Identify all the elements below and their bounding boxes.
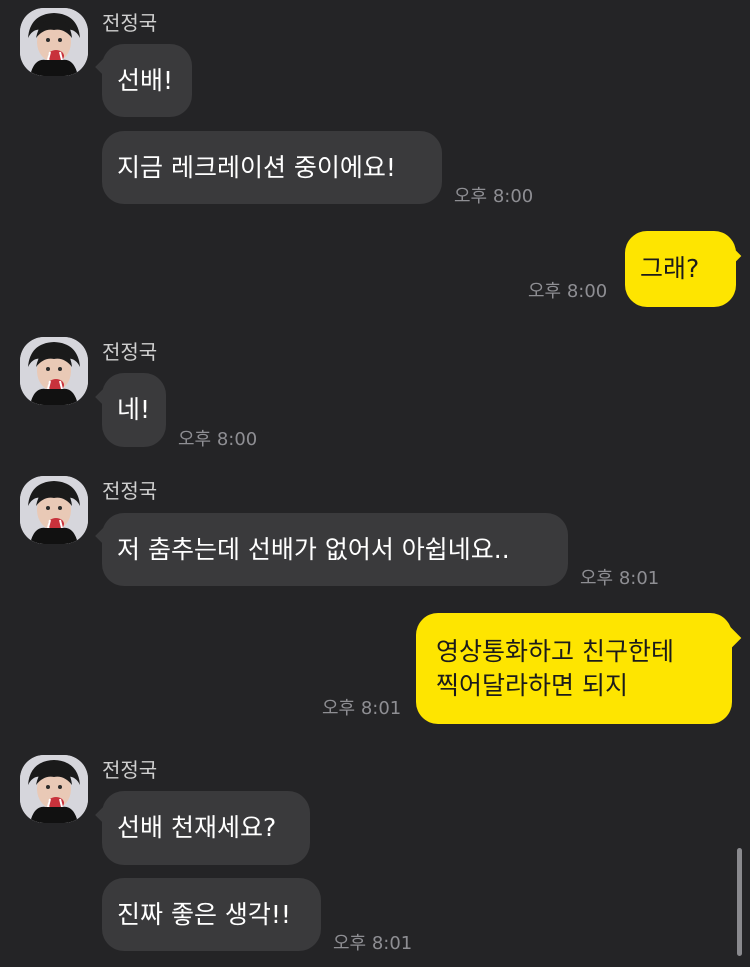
sender-name: 전정국 <box>102 11 158 35</box>
incoming-message[interactable]: 선배 천재세요? <box>102 791 310 865</box>
incoming-message[interactable]: 진짜 좋은 생각!! <box>102 878 321 951</box>
scrollbar[interactable] <box>737 848 742 956</box>
incoming-message[interactable]: 선배! <box>102 44 192 117</box>
outgoing-message-line: 영상통화하고 친구한테 <box>436 636 674 666</box>
outgoing-message[interactable]: 영상통화하고 친구한테 찍어달라하면 되지 <box>416 613 732 724</box>
profile-photo-icon <box>20 337 88 405</box>
sender-name: 전정국 <box>102 479 158 503</box>
avatar[interactable] <box>20 8 88 76</box>
message-timestamp: 오후 8:00 <box>528 281 608 302</box>
outgoing-message-line: 찍어달라하면 되지 <box>436 670 628 700</box>
profile-photo-icon <box>20 755 88 823</box>
profile-photo-icon <box>20 476 88 544</box>
incoming-message[interactable]: 저 춤추는데 선배가 없어서 아쉽네요.. <box>102 513 568 586</box>
outgoing-message[interactable]: 그래? <box>625 231 736 307</box>
message-timestamp: 오후 8:00 <box>178 429 258 450</box>
profile-photo-icon <box>20 8 88 76</box>
message-timestamp: 오후 8:01 <box>333 933 413 954</box>
avatar[interactable] <box>20 476 88 544</box>
chat-screen: { "chat": { "sender_name": "전정국", "group… <box>0 0 750 967</box>
sender-name: 전정국 <box>102 340 158 364</box>
incoming-message[interactable]: 네! <box>102 373 166 447</box>
message-timestamp: 오후 8:00 <box>454 186 534 207</box>
incoming-message[interactable]: 지금 레크레이션 중이에요! <box>102 131 442 204</box>
avatar[interactable] <box>20 337 88 405</box>
message-timestamp: 오후 8:01 <box>580 568 660 589</box>
sender-name: 전정국 <box>102 758 158 782</box>
avatar[interactable] <box>20 755 88 823</box>
message-timestamp: 오후 8:01 <box>322 698 402 719</box>
